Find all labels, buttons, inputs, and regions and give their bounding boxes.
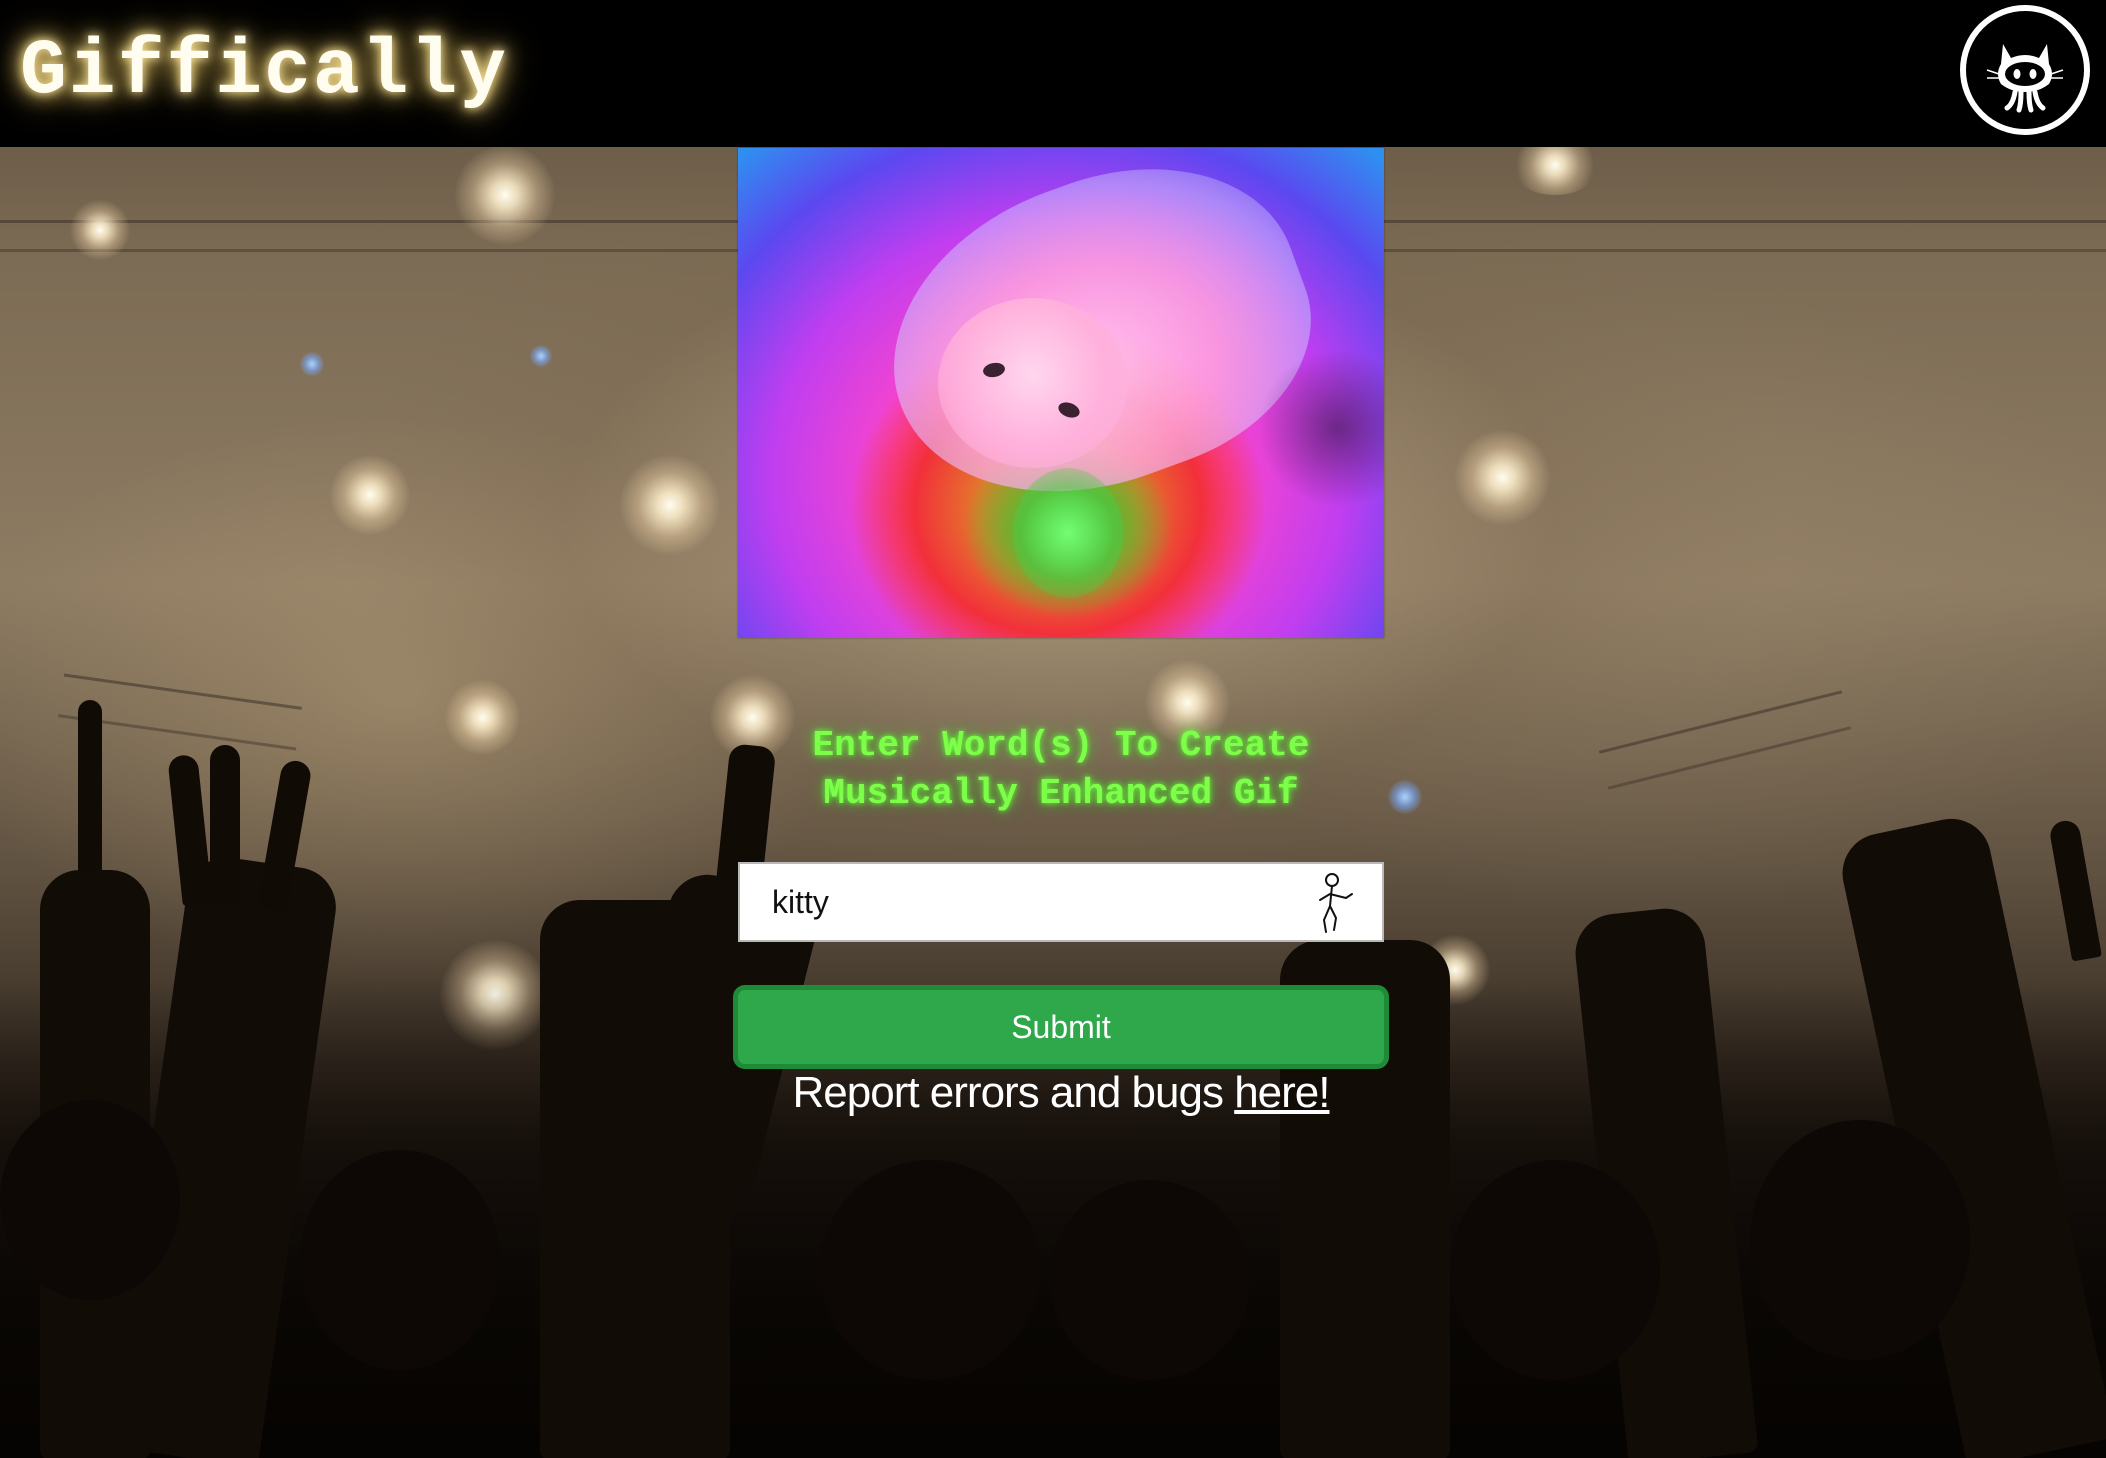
crowd-head bbox=[1750, 1120, 1970, 1360]
dancing-stickman-icon bbox=[1319, 873, 1353, 933]
top-navbar: Giffically bbox=[0, 0, 2106, 147]
stage-light bbox=[1455, 430, 1550, 525]
crowd-head bbox=[1450, 1160, 1660, 1380]
crowd-head bbox=[820, 1160, 1040, 1380]
crowd-head bbox=[300, 1150, 500, 1370]
generated-gif bbox=[738, 148, 1384, 638]
brand-logo[interactable]: Giffically bbox=[20, 28, 508, 116]
prompt-line-1: Enter Word(s) To Create bbox=[812, 725, 1310, 766]
stage-light bbox=[70, 200, 130, 260]
submit-button[interactable]: Submit bbox=[733, 985, 1389, 1069]
stage-light bbox=[445, 680, 520, 755]
prompt-text: Enter Word(s) To Create Musically Enhanc… bbox=[738, 722, 1384, 818]
stage-light bbox=[300, 352, 324, 376]
report-text: Report errors and bugs bbox=[792, 1068, 1235, 1117]
crowd-finger bbox=[210, 745, 240, 905]
word-input[interactable] bbox=[740, 864, 1300, 940]
crowd-finger bbox=[167, 753, 213, 907]
crowd-head bbox=[0, 1100, 180, 1300]
crowd-head bbox=[1050, 1180, 1250, 1380]
search-field bbox=[738, 862, 1384, 942]
stage-light bbox=[1388, 780, 1422, 814]
stage-light bbox=[455, 145, 555, 245]
stage-light bbox=[620, 455, 720, 555]
stage-light bbox=[530, 345, 552, 367]
stage-light bbox=[330, 455, 410, 535]
report-link[interactable]: here! bbox=[1234, 1068, 1330, 1117]
report-bugs: Report errors and bugs here! bbox=[738, 1068, 1384, 1118]
github-link[interactable] bbox=[1960, 5, 2090, 135]
stage-truss bbox=[1598, 690, 1852, 790]
github-octocat-icon bbox=[1986, 44, 2064, 113]
prompt-line-2: Musically Enhanced Gif bbox=[823, 773, 1299, 814]
crowd-finger bbox=[2048, 818, 2102, 962]
